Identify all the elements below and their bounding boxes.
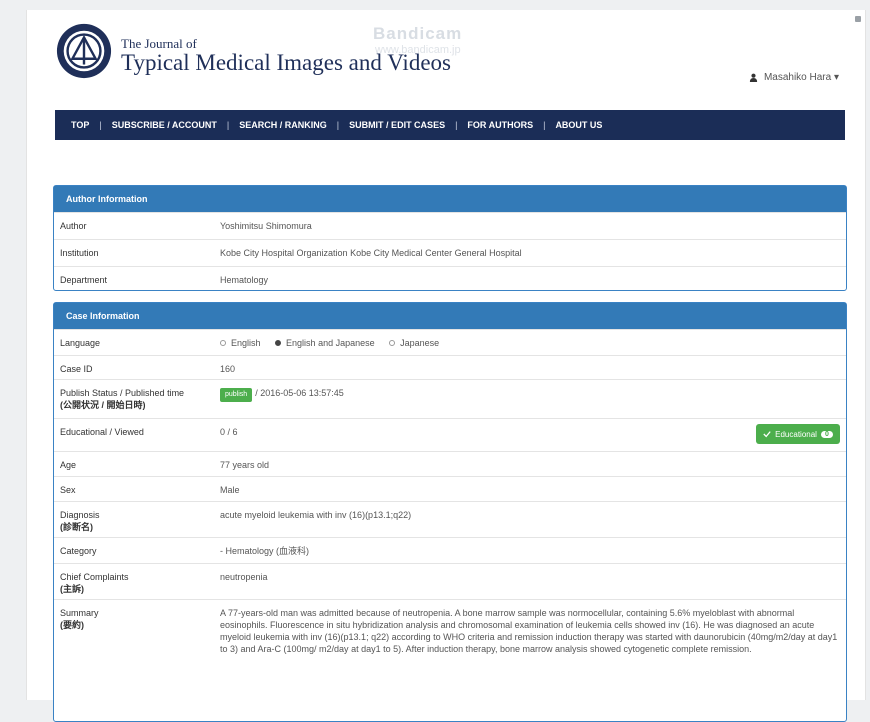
language-radio-english[interactable]: English <box>220 337 261 349</box>
educational-row: Educational / Viewed 0 / 6 Educational 0 <box>54 418 846 451</box>
watermark-url: www.bandicam.jp <box>375 44 461 56</box>
scrollbar-thumb[interactable] <box>855 16 861 22</box>
nav-top[interactable]: TOP <box>71 120 89 130</box>
sex-row: Sex Male <box>54 476 846 501</box>
complaint-label-text: Chief Complaints <box>60 572 129 582</box>
age-row: Age 77 years old <box>54 451 846 476</box>
summary-row: Summary (要約) A 77-years-old man was admi… <box>54 599 846 680</box>
user-name: Masahiko Hara ▾ <box>763 72 839 83</box>
case-id-value: 160 <box>220 364 236 374</box>
user-menu[interactable]: Masahiko Hara ▾ <box>749 72 839 83</box>
sex-label: Sex <box>60 485 76 495</box>
language-row: Language English English and Japanese Ja… <box>54 329 846 355</box>
department-value: Hematology <box>220 275 269 285</box>
published-time: / 2016-05-06 13:57:45 <box>255 388 344 398</box>
category-value: - Hematology (血液科) <box>220 546 310 556</box>
author-link[interactable]: Yoshimitsu Shimomura <box>220 220 838 232</box>
chief-complaints-value: neutropenia <box>220 572 268 582</box>
summary-text: A 77-years-old man was admitted because … <box>220 608 838 654</box>
educational-value: 0 / 6 <box>220 427 238 437</box>
publish-status-value: publish/ 2016-05-06 13:57:45 <box>220 387 838 402</box>
language-option-label: English <box>231 338 261 348</box>
diagnosis-label: Diagnosis (診断名) <box>60 509 210 533</box>
language-options: English English and Japanese Japanese <box>220 337 838 349</box>
status-badge: publish <box>220 388 253 402</box>
publish-label-jp: (公開状況 / 開始日時) <box>60 400 146 410</box>
complaint-label-jp: (主訴) <box>60 584 84 594</box>
watermark: Bandicam <box>373 24 463 43</box>
nav-separator: | <box>226 120 230 130</box>
check-icon <box>763 431 771 438</box>
diagnosis-label-jp: (診断名) <box>60 522 93 532</box>
nav-for-authors[interactable]: FOR AUTHORS <box>467 120 533 130</box>
main-nav: TOP | SUBSCRIBE / ACCOUNT | SEARCH / RAN… <box>55 110 845 140</box>
institution-row: Institution Kobe City Hospital Organizat… <box>54 239 846 266</box>
institution-label: Institution <box>60 248 99 258</box>
diagnosis-label-text: Diagnosis <box>60 510 100 520</box>
author-label: Author <box>60 221 87 231</box>
nav-separator: | <box>336 120 340 130</box>
user-icon <box>749 73 758 82</box>
institution-value: Kobe City Hospital Organization Kobe Cit… <box>220 248 522 258</box>
educational-label: Educational / Viewed <box>60 427 144 437</box>
department-label: Department <box>60 275 108 285</box>
language-radio-japanese[interactable]: Japanese <box>389 337 439 349</box>
chief-complaints-row: Chief Complaints (主訴) neutropenia <box>54 563 846 599</box>
category-row: Category - Hematology (血液科) <box>54 537 846 563</box>
diagnosis-row: Diagnosis (診断名) acute myeloid leukemia w… <box>54 501 846 537</box>
language-option-label: Japanese <box>400 338 440 348</box>
language-radio-english-japanese[interactable]: English and Japanese <box>275 337 375 349</box>
summary-label-jp: (要約) <box>60 620 84 630</box>
author-information-panel: Author Information Author Yoshimitsu Shi… <box>53 185 847 291</box>
nav-subscribe-account[interactable]: SUBSCRIBE / ACCOUNT <box>112 120 217 130</box>
chief-complaints-label: Chief Complaints (主訴) <box>60 571 210 595</box>
case-panel-heading: Case Information <box>54 303 846 329</box>
nav-submit-edit-cases[interactable]: SUBMIT / EDIT CASES <box>349 120 445 130</box>
publish-status-row: Publish Status / Published time (公開状況 / … <box>54 379 846 418</box>
author-panel-heading: Author Information <box>54 186 846 212</box>
nav-separator: | <box>543 120 546 130</box>
journal-logo[interactable] <box>55 22 113 80</box>
educational-button-label: Educational <box>775 429 817 439</box>
case-id-label: Case ID <box>60 364 93 374</box>
summary-label: Summary (要約) <box>60 607 210 631</box>
educational-count-badge: 0 <box>820 430 833 438</box>
language-option-label: English and Japanese <box>286 338 375 348</box>
educational-vote-button[interactable]: Educational 0 <box>756 424 840 444</box>
language-label: Language <box>60 338 101 348</box>
nav-separator: | <box>455 120 458 130</box>
author-row: Author Yoshimitsu Shimomura <box>54 212 846 239</box>
age-label: Age <box>60 460 77 470</box>
nav-search-ranking[interactable]: SEARCH / RANKING <box>239 120 327 130</box>
nav-separator: | <box>99 120 102 130</box>
sex-value: Male <box>220 485 240 495</box>
age-value: 77 years old <box>220 460 270 470</box>
page: The Journal of Typical Medical Images an… <box>26 10 866 722</box>
publish-status-label: Publish Status / Published time (公開状況 / … <box>60 387 210 411</box>
department-row: Department Hematology <box>54 266 846 293</box>
case-id-row: Case ID 160 <box>54 355 846 379</box>
diagnosis-value: acute myeloid leukemia with inv (16)(p13… <box>220 510 412 520</box>
summary-label-text: Summary <box>60 608 99 618</box>
publish-label-text: Publish Status / Published time <box>60 388 185 398</box>
nav-about-us[interactable]: ABOUT US <box>555 120 602 130</box>
category-label: Category <box>60 546 97 556</box>
case-information-panel: Case Information Language English Englis… <box>53 302 847 722</box>
